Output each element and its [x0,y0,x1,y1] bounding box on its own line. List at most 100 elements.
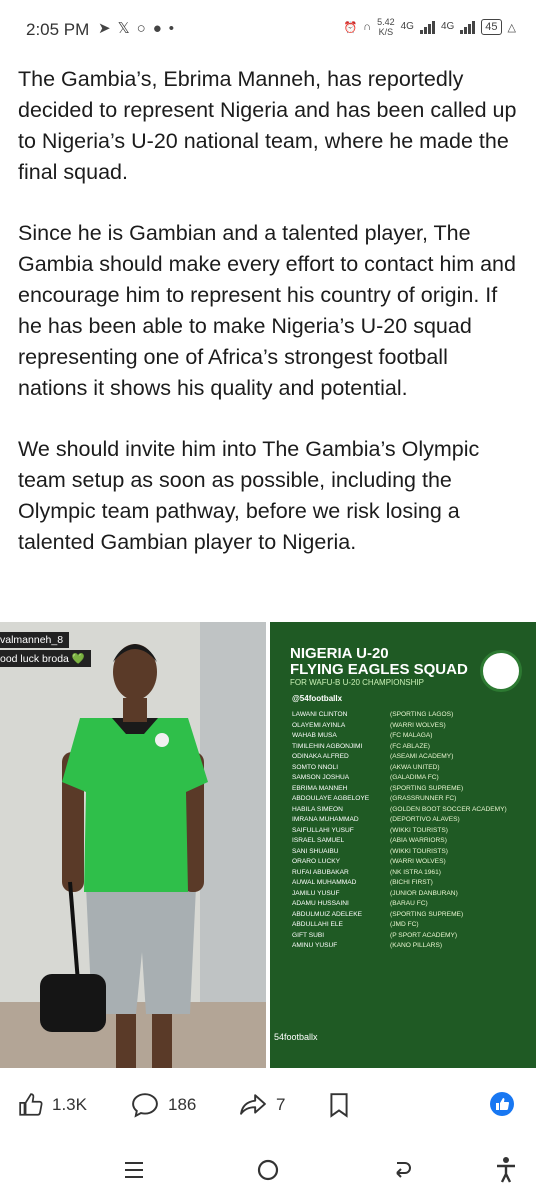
facebook-like-icon[interactable] [490,1092,514,1116]
recent-apps-button[interactable] [114,1150,154,1190]
player-club: (GOLDEN BOOT SOCCER ACADEMY) [390,805,507,813]
player-name: TIMILEHIN AGBONJIMI [292,742,363,750]
squad-row: HABILA SIMEON (GOLDEN BOOT SOCCER ACADEMY… [292,805,536,816]
back-icon [396,1162,411,1178]
poster-watermark-bottom: 54footballx [274,1032,318,1042]
player-club: (JMD FC) [390,921,419,928]
player-name: ISRAEL SAMUEL [292,837,345,844]
warning-icon: △ [507,21,516,34]
player-name: IMRANA MUHAMMAD [292,816,359,823]
headset-icon: ∩ [363,21,372,33]
player-club: (ABIA WARRIORS) [390,837,447,844]
player-name: SOMTO NNOLI [292,763,339,771]
squad-row: WAHAB MUSA (FC MALAGA) [292,731,536,742]
player-club: (GALADIMA FC) [390,774,439,781]
squad-row: AUWAL MUHAMMAD (BICHI FIRST) [292,878,536,889]
squad-row: TIMILEHIN AGBONJIMI (FC ABLAZE) [292,742,536,753]
squad-row: AMINU YUSUF (KANO PILLARS) [292,941,536,952]
player-name: EBRIMA MANNEH [292,784,348,792]
player-club: (FC MALAGA) [390,732,433,739]
system-indicators: ⏰ ∩ 5.42 K/S 4G 4G 45 △ [343,17,516,37]
player-club: (SPORTING LAGOS) [390,711,454,718]
player-name: SAMSON JOSHUA [292,774,350,781]
post-actions: 1.3K 186 7 [0,1080,536,1130]
player-name: AUWAL MUHAMMAD [292,879,357,886]
comment-button[interactable]: 186 [130,1092,196,1118]
back-button[interactable] [382,1150,422,1190]
player-name: OLAYEMI AYINLA [292,721,346,729]
signal-1-icon [419,20,435,34]
comment-count: 186 [168,1095,197,1114]
squad-row: ODINAKA ALFRED (ASEAMI ACADEMY) [292,752,536,763]
player-club: (FC ABLAZE) [390,742,430,750]
squad-row: LAWANI CLINTON (SPORTING LAGOS) [292,710,536,721]
battery-indicator: 45 [481,19,502,35]
player-club: (KANO PILLARS) [390,942,443,949]
player-name: ABDULMUIZ ADELEKE [292,910,362,918]
like-icon [19,1093,43,1116]
player-name: ABDOULAYE AGBELOYE [292,795,370,802]
squad-row: IMRANA MUHAMMAD (DEPORTIVO ALAVES) [292,815,536,826]
accessibility-button[interactable] [486,1150,526,1190]
player-name: RUFAI ABUBAKAR [292,868,349,876]
player-name: ADAMU HUSSAINI [292,900,349,907]
post-text: The Gambia’s, Ebrima Manneh, has reporte… [18,64,523,588]
notification-icons: ➤𝕏○●• [98,19,181,37]
player-name: LAWANI CLINTON [292,711,348,718]
squad-row: JAMILU YUSUF (JUNIOR DANBURAN) [292,889,536,900]
player-name: SANI SHUAIBU [292,847,339,855]
squad-row: SANI SHUAIBU (WIKKI TOURISTS) [292,847,536,858]
home-button[interactable] [248,1150,288,1190]
bookmark-icon [330,1093,348,1118]
player-photo[interactable]: valmanneh_8 ood luck broda 💚 [0,622,266,1068]
bookmark-button[interactable] [328,1092,350,1118]
player-club: (BICHI FIRST) [390,879,433,886]
sync-icon: ○ [136,20,153,37]
squad-row: ORARO LUCKY (WARRI WOLVES) [292,857,536,868]
squad-row: SAMSON JOSHUA (GALADIMA FC) [292,773,536,784]
player-name: WAHAB MUSA [292,732,337,739]
accessibility-icon [497,1157,515,1183]
player-name: GIFT SUBI [292,931,325,939]
photo-caption: ood luck broda 💚 [0,650,91,667]
x-icon: 𝕏 [117,20,137,37]
player-name: AMINU YUSUF [292,942,338,949]
squad-poster[interactable]: NIGERIA U-20 FLYING EAGLES SQUAD FOR WAF… [270,622,536,1068]
alarm-icon: ⏰ [343,21,358,34]
like-button[interactable]: 1.3K [18,1092,87,1118]
player-club: (P SPORT ACADEMY) [390,931,458,939]
system-navigation-bar [0,1140,536,1200]
player-club: (AKWA UNITED) [390,763,440,771]
player-club: (WIKKI TOURISTS) [390,826,449,834]
player-club: (ASEAMI ACADEMY) [390,753,454,760]
signal-2-icon [460,20,476,34]
player-name: HABILA SIMEON [292,805,343,813]
home-icon [257,1159,279,1181]
player-club: (SPORTING SUPREME) [390,784,464,792]
squad-row: ABDULLAHI ELE (JMD FC) [292,920,536,931]
player-club: (NK ISTRA 1961) [390,868,441,876]
poster-watermark-top: @54footballx [292,694,343,703]
player-club: (DEPORTIVO ALAVES) [390,816,460,823]
chat-icon: ● [152,20,169,37]
status-bar: 2:05 PM ➤𝕏○●• ⏰ ∩ 5.42 K/S 4G 4G 45 △ [0,0,536,60]
photo-username: valmanneh_8 [0,632,70,648]
poster-subtitle: FOR WAFU-B U-20 CHAMPIONSHIP [290,678,424,687]
player-name: ODINAKA ALFRED [292,753,349,760]
player-name: ABDULLAHI ELE [292,921,343,928]
player-figure [40,644,208,1068]
poster-title: NIGERIA U-20 FLYING EAGLES SQUAD [290,645,468,678]
squad-row: GIFT SUBI (P SPORT ACADEMY) [292,931,536,942]
share-count: 7 [276,1095,286,1114]
more-dot-icon: • [168,20,182,37]
clock: 2:05 PM [26,20,90,39]
player-name: ORARO LUCKY [292,858,340,865]
player-club: (SPORTING SUPREME) [390,910,464,918]
player-name: JAMILU YUSUF [292,889,340,897]
nff-badge-icon [480,650,522,692]
paragraph-2: Since he is Gambian and a talented playe… [18,221,516,400]
squad-row: EBRIMA MANNEH (SPORTING SUPREME) [292,784,536,795]
squad-row: ABDOULAYE AGBELOYE (GRASSRUNNER FC) [292,794,536,805]
network-type-1: 4G [400,21,414,32]
share-button[interactable]: 7 [238,1092,285,1118]
